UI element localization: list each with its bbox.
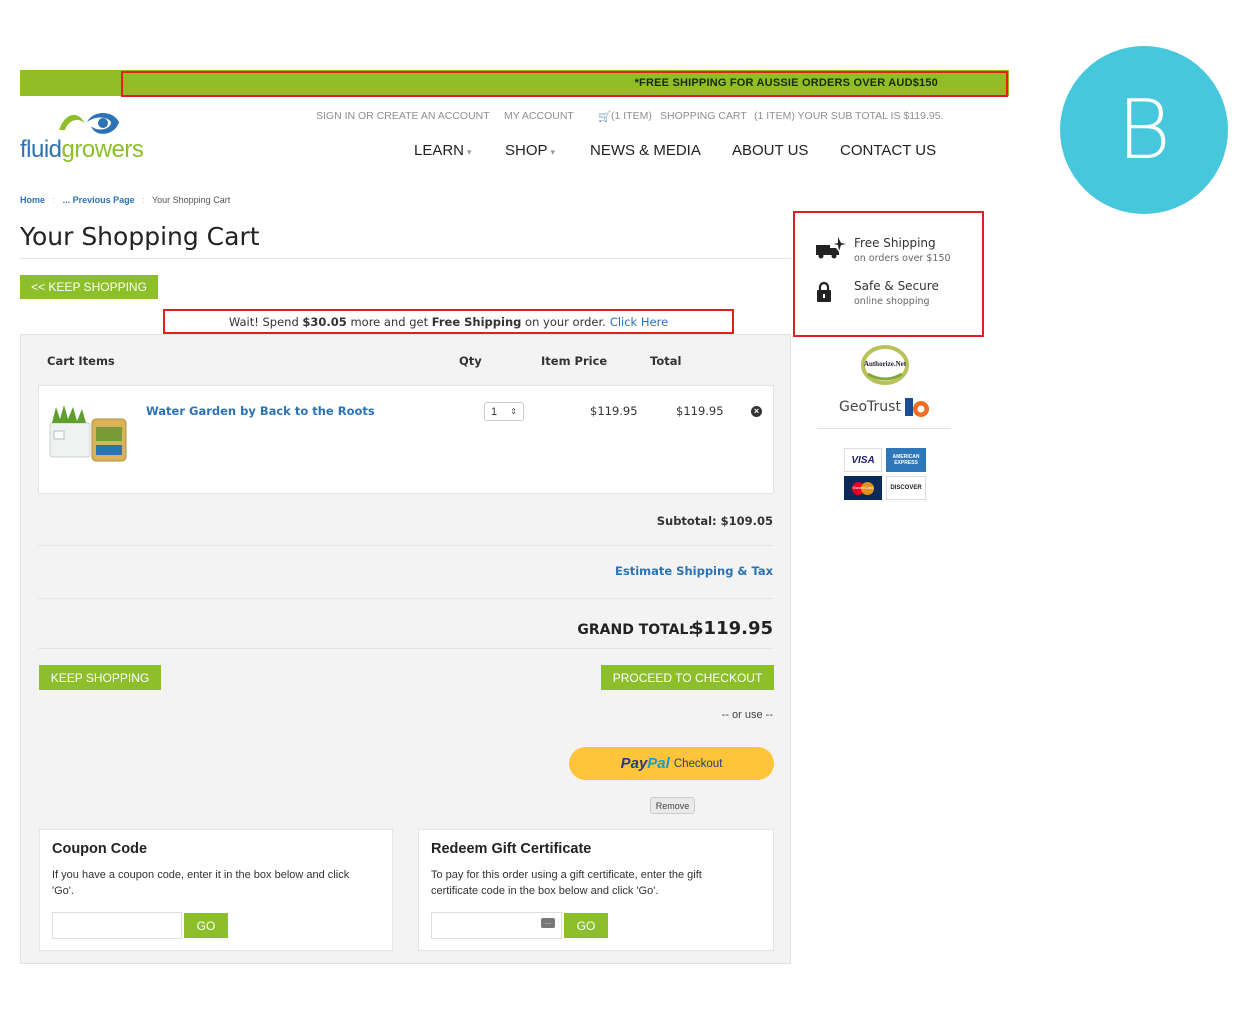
variant-badge: B	[1060, 46, 1228, 214]
nav-shop[interactable]: SHOP ▾	[505, 142, 555, 159]
item-price: $119.95	[590, 404, 638, 418]
keep-shopping-button[interactable]: KEEP SHOPPING	[39, 665, 161, 690]
divider	[38, 545, 774, 546]
paypal-checkout-label: Checkout	[673, 757, 723, 770]
breadcrumb-home[interactable]: Home	[20, 195, 45, 205]
cart-count[interactable]: (1 ITEM)	[611, 110, 652, 122]
breadcrumb-separator: :	[137, 195, 150, 205]
coupon-code-input[interactable]	[52, 912, 182, 939]
free-shipping-notice: Wait! Spend $30.05 more and get Free Shi…	[163, 309, 734, 334]
proceed-to-checkout-button[interactable]: PROCEED TO CHECKOUT	[601, 665, 774, 690]
nav-learn-label: LEARN	[414, 142, 465, 159]
remove-item-icon[interactable]: ×	[751, 406, 762, 417]
page-title: Your Shopping Cart	[20, 222, 260, 251]
logo-wordmark[interactable]: fluidgrowers	[20, 136, 144, 164]
header-qty: Qty	[459, 354, 482, 368]
sub-total-text: (1 ITEM) YOUR SUB TOTAL IS $119.95.	[754, 110, 944, 122]
gift-title: Redeem Gift Certificate	[431, 841, 592, 857]
nav-news-media[interactable]: NEWS & MEDIA	[590, 142, 701, 159]
breadcrumb-separator: :	[47, 195, 61, 205]
lock-icon	[817, 281, 831, 302]
subtotal: Subtotal: $109.05	[656, 514, 773, 528]
breadcrumb-current: Your Shopping Cart	[151, 195, 231, 205]
notice-post: on your order.	[525, 314, 606, 329]
free-shipping-title: Free Shipping	[854, 236, 936, 250]
coupon-instructions: If you have a coupon code, enter it in t…	[52, 869, 350, 897]
chevron-down-icon: ▾	[467, 147, 472, 157]
stepper-arrows-icon: ⇕	[510, 407, 517, 416]
nav-shop-label: SHOP	[505, 142, 548, 159]
paypal-logo-pal: Pal	[647, 755, 670, 772]
grand-total-label: GRAND TOTAL:	[577, 622, 694, 638]
discover-card-icon: DISCOVER	[886, 476, 926, 500]
logo-icon[interactable]	[55, 108, 125, 138]
notice-mid: more and get	[350, 314, 429, 329]
header-cart-items: Cart Items	[47, 354, 115, 368]
authorize-net-label: Authorize.Net	[863, 360, 907, 368]
keep-shopping-top-button[interactable]: << KEEP SHOPPING	[20, 275, 158, 299]
coupon-go-button[interactable]: GO	[184, 913, 228, 938]
visa-card-icon: VISA	[844, 448, 882, 472]
title-divider	[20, 258, 791, 259]
nav-learn[interactable]: LEARN ▾	[414, 142, 472, 159]
gift-instructions: To pay for this order using a gift certi…	[431, 869, 702, 897]
chevron-down-icon: ▾	[550, 147, 556, 157]
estimate-shipping-link[interactable]: Estimate Shipping & Tax	[615, 564, 773, 578]
my-account-link[interactable]: MY ACCOUNT	[504, 110, 574, 122]
header-total: Total	[650, 354, 682, 368]
divider	[38, 648, 774, 649]
notice-free: Free Shipping	[431, 314, 522, 329]
paypal-checkout-button[interactable]: Pay Pal Checkout	[569, 747, 774, 780]
breadcrumb: Home : ... Previous Page : Your Shopping…	[20, 195, 230, 205]
trust-box	[793, 211, 984, 337]
item-name-link[interactable]: Water Garden by Back to the Roots	[146, 404, 375, 418]
nav-contact-us[interactable]: CONTACT US	[840, 142, 936, 159]
divider	[817, 428, 951, 429]
mastercard-label: MasterCard	[852, 485, 874, 490]
logo-part-growers: growers	[61, 136, 144, 163]
quantity-value: 1	[491, 405, 498, 418]
gift-go-button[interactable]: GO	[564, 913, 608, 938]
keyboard-icon: …	[541, 918, 555, 928]
or-use-text: -- or use --	[721, 709, 773, 721]
truck-plane-icon	[816, 237, 846, 259]
table-row	[38, 385, 774, 494]
promo-banner-text: *FREE SHIPPING FOR AUSSIE ORDERS OVER AU…	[634, 77, 938, 89]
notice-pre: Wait! Spend	[228, 314, 299, 329]
safe-secure-title: Safe & Secure	[854, 279, 939, 293]
notice-amount: $30.05	[302, 314, 347, 329]
geotrust-label[interactable]: GeoTrust	[839, 399, 901, 415]
amex-card-icon: AMERICAN EXPRESS	[886, 448, 926, 472]
paypal-logo-pay: Pay	[620, 755, 648, 772]
grand-total-value: $119.95	[691, 618, 773, 639]
geotrust-logo-icon	[905, 398, 929, 417]
logo-part-fluid: fluid	[20, 136, 62, 163]
product-image[interactable]	[48, 401, 130, 465]
cart-icon[interactable]: 🛒	[598, 110, 611, 123]
coupon-title: Coupon Code	[52, 841, 148, 857]
header-item-price: Item Price	[541, 354, 608, 368]
quantity-stepper[interactable]: 1 ⇕	[484, 402, 524, 421]
free-shipping-sub: on orders over $150	[854, 253, 951, 264]
sign-in-link[interactable]: SIGN IN OR CREATE AN ACCOUNT	[316, 110, 490, 122]
divider	[38, 598, 774, 599]
notice-click-here-link[interactable]: Click Here	[610, 315, 668, 329]
nav-about-us[interactable]: ABOUT US	[732, 142, 808, 159]
remove-button[interactable]: Remove	[650, 797, 695, 814]
safe-secure-sub: online shopping	[854, 296, 930, 307]
shopping-cart-link[interactable]: SHOPPING CART	[660, 110, 747, 122]
item-total: $119.95	[676, 404, 724, 418]
breadcrumb-previous[interactable]: ... Previous Page	[63, 195, 135, 205]
mastercard-card-icon: MasterCard	[844, 476, 882, 500]
